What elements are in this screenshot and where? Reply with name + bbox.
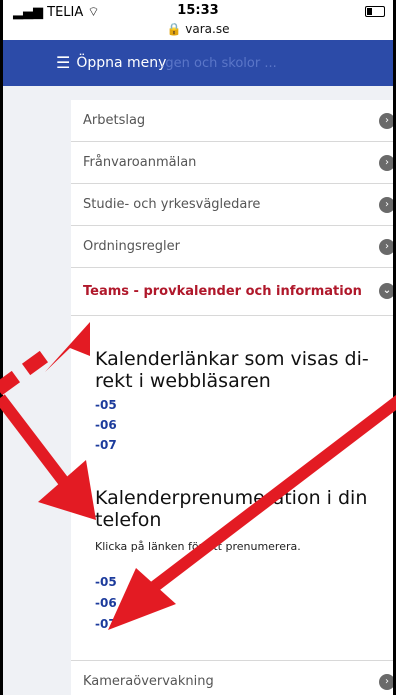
accordion-label: Kameraövervakning xyxy=(83,673,214,689)
calendar-link[interactable]: -06 xyxy=(95,418,117,432)
url-domain[interactable]: 🔒 vara.se xyxy=(3,22,393,36)
accordion-item-arbetslag[interactable]: Arbetslag › xyxy=(71,100,393,142)
calendar-link[interactable]: -05 xyxy=(95,398,117,412)
accordion-item-kameraovervakning[interactable]: Kameraövervakning › xyxy=(71,660,393,695)
accordion-item-ordningsregler[interactable]: Ordningsregler › xyxy=(71,226,393,268)
header-ghost-text: ...gen och skolor ... xyxy=(153,56,277,71)
section-heading-subscription: Kalenderprenumeration i din telefon xyxy=(95,487,368,531)
accordion-label: Frånvaroanmälan xyxy=(83,155,197,170)
open-menu-button[interactable]: ☰ Öppna meny xyxy=(56,53,166,72)
battery-icon xyxy=(365,6,385,17)
subscription-instruction: Klicka på länken för att prenumerera. xyxy=(95,540,301,553)
section-heading-browser-links: Kalenderlänkar som visas di- rekt i webb… xyxy=(95,348,369,392)
site-header: ☰ Öppna meny ...gen och skolor ... xyxy=(3,40,393,86)
accordion-label: Studie- och yrkesvägledare xyxy=(83,197,261,212)
accordion-label: Arbetslag xyxy=(83,113,146,128)
calendar-link[interactable]: -07 xyxy=(95,438,117,452)
accordion-label: Ordningsregler xyxy=(83,239,180,254)
status-bar: ▂▄▆ TELIA ⌔ 15:33 🔒 vara.se xyxy=(3,0,393,40)
subscription-link[interactable]: -07 xyxy=(95,617,117,631)
chevron-down-icon: ⌄ xyxy=(379,283,393,299)
accordion-panel: Arbetslag › Frånvaroanmälan › Studie- oc… xyxy=(71,100,393,695)
accordion-item-franvaroanmalan[interactable]: Frånvaroanmälan › xyxy=(71,142,393,184)
chevron-right-icon: › xyxy=(379,674,393,690)
hamburger-icon: ☰ xyxy=(56,53,71,72)
chevron-right-icon: › xyxy=(379,113,393,129)
subscription-link[interactable]: -06 xyxy=(95,596,117,610)
phone-screen: ▂▄▆ TELIA ⌔ 15:33 🔒 vara.se ☰ Öppna meny… xyxy=(3,0,393,695)
accordion-item-syv[interactable]: Studie- och yrkesvägledare › xyxy=(71,184,393,226)
accordion-label: Teams - provkalender och information xyxy=(83,284,362,299)
chevron-right-icon: › xyxy=(379,239,393,255)
chevron-right-icon: › xyxy=(379,197,393,213)
chevron-right-icon: › xyxy=(379,155,393,171)
clock: 15:33 xyxy=(177,3,219,18)
subscription-link[interactable]: -05 xyxy=(95,575,117,589)
left-gutter xyxy=(3,86,71,695)
accordion-item-teams[interactable]: Teams - provkalender och information ⌄ xyxy=(71,268,393,316)
